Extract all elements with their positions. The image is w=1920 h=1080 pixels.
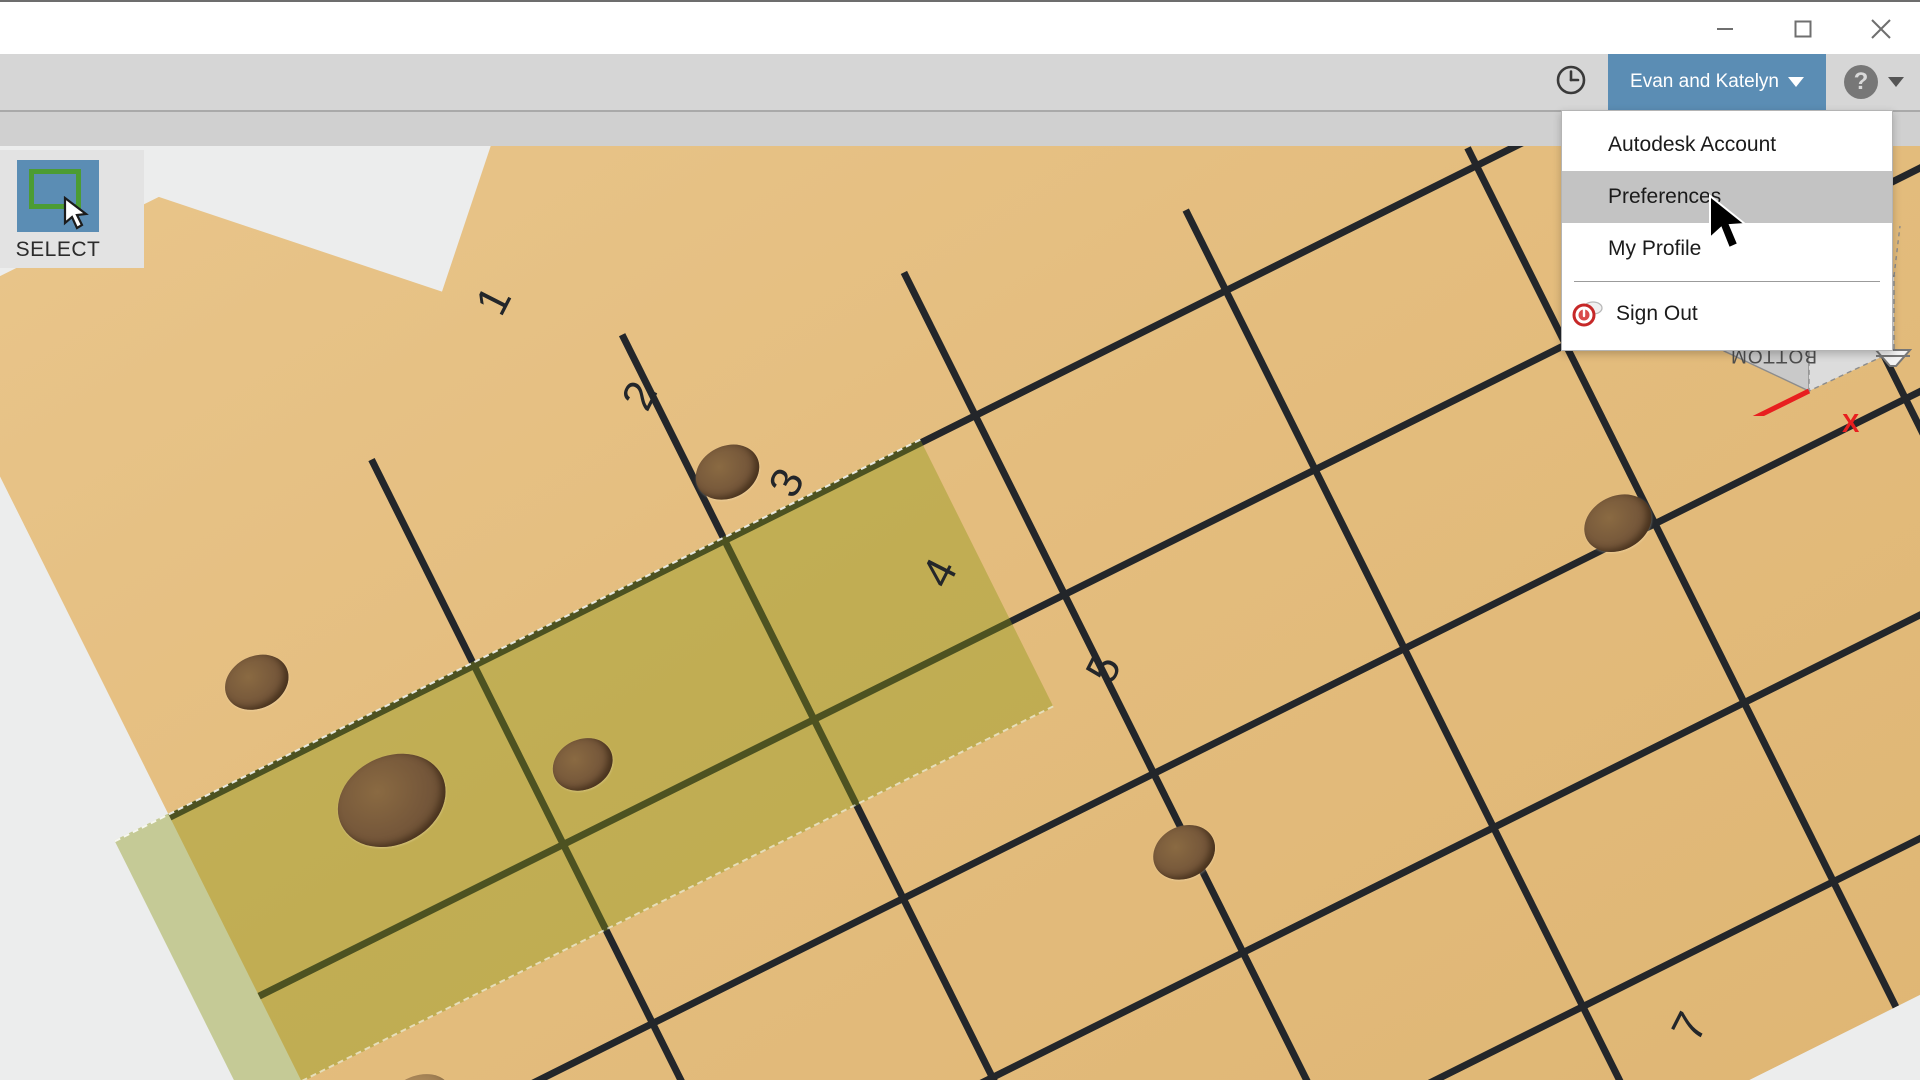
minimize-icon [1712, 16, 1738, 42]
user-menu-label: Evan and Katelyn [1630, 71, 1779, 92]
select-tool-chip[interactable]: SELECT [0, 150, 144, 268]
history-button[interactable] [1534, 54, 1608, 110]
window-controls [1686, 2, 1920, 56]
maximize-icon [1790, 16, 1816, 42]
user-account-dropdown-menu[interactable]: Autodesk Account Preferences My Profile … [1561, 110, 1893, 351]
menu-separator [1574, 281, 1880, 282]
sign-out-icon [1572, 299, 1606, 329]
menu-item-label: Autodesk Account [1608, 133, 1777, 156]
select-rectangle-icon [17, 160, 99, 232]
close-icon [1866, 14, 1896, 44]
pointer-cursor-icon [63, 195, 93, 237]
chevron-down-icon [1788, 77, 1804, 87]
axis-x-label: X [1842, 408, 1860, 438]
user-account-menu-button[interactable]: Evan and Katelyn [1608, 54, 1826, 110]
menu-item-label: Preferences [1608, 185, 1722, 208]
title-bar [0, 0, 1920, 54]
menu-item-sign-out[interactable]: Sign Out [1562, 288, 1892, 340]
clock-icon [1553, 62, 1589, 103]
chevron-down-icon [1888, 77, 1904, 87]
toolbar-right-group: Evan and Katelyn ? [1534, 54, 1920, 110]
maximize-button[interactable] [1764, 2, 1842, 56]
menu-item-label: Sign Out [1616, 302, 1698, 325]
application-window: Evan and Katelyn ? 1 2 3 4 5 7 SELECT BO… [0, 0, 1920, 1080]
select-tool-label: SELECT [15, 238, 101, 261]
question-mark-icon: ? [1844, 65, 1878, 99]
menu-item-preferences[interactable]: Preferences [1562, 171, 1892, 223]
main-toolbar: Evan and Katelyn ? [0, 54, 1920, 110]
minimize-button[interactable] [1686, 2, 1764, 56]
help-menu-button[interactable]: ? [1826, 54, 1920, 110]
menu-item-autodesk-account[interactable]: Autodesk Account [1562, 119, 1892, 171]
menu-item-my-profile[interactable]: My Profile [1562, 223, 1892, 275]
close-button[interactable] [1842, 2, 1920, 56]
menu-item-label: My Profile [1608, 237, 1702, 260]
